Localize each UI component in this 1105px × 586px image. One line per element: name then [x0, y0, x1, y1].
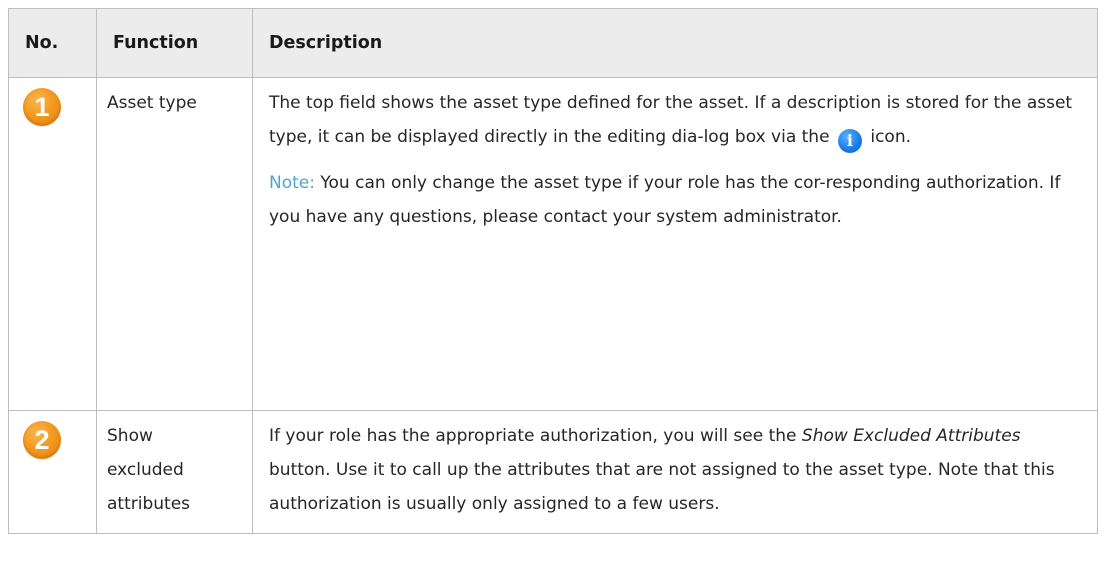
- header-row: No. Function Description: [8, 8, 1098, 78]
- description-text: The top field shows the asset type defin…: [269, 93, 1073, 147]
- table-row: 2 Show excluded attributes If your role …: [8, 410, 1098, 534]
- number-badge-icon: 2: [23, 421, 61, 459]
- row-number-cell: 1: [8, 77, 97, 411]
- table-header: No. Function Description: [8, 8, 1098, 78]
- info-icon: i: [837, 129, 862, 153]
- description-text-end: icon.: [870, 127, 912, 147]
- number-badge-icon: 1: [23, 88, 61, 126]
- description-text: If your role has the appropriate authori…: [269, 426, 797, 446]
- function-line: attributes: [107, 494, 191, 514]
- function-table: No. Function Description 1 Asset type Th…: [8, 8, 1098, 534]
- description-cell: The top field shows the asset type defin…: [252, 77, 1098, 411]
- header-function: Function: [96, 8, 253, 78]
- description-paragraph: The top field shows the asset type defin…: [269, 86, 1081, 154]
- function-line: Show: [107, 426, 153, 446]
- header-description: Description: [252, 8, 1098, 78]
- row-number-cell: 2: [8, 410, 97, 534]
- table-row: 1 Asset type The top field shows the ass…: [8, 77, 1098, 411]
- description-cell: If your role has the appropriate authori…: [252, 410, 1098, 534]
- function-line: excluded: [107, 460, 184, 480]
- header-no: No.: [8, 8, 97, 78]
- note-text: You can only change the asset type if yo…: [269, 173, 1061, 227]
- description-paragraph: If your role has the appropriate authori…: [269, 419, 1081, 521]
- button-name-emphasis: Show Excluded Attributes: [801, 426, 1021, 446]
- function-cell: Asset type: [96, 77, 253, 411]
- note-label: Note:: [269, 173, 315, 193]
- function-cell: Show excluded attributes: [96, 410, 253, 534]
- description-text-end: button. Use it to call up the attributes…: [269, 460, 1055, 514]
- note-paragraph: Note: You can only change the asset type…: [269, 166, 1081, 234]
